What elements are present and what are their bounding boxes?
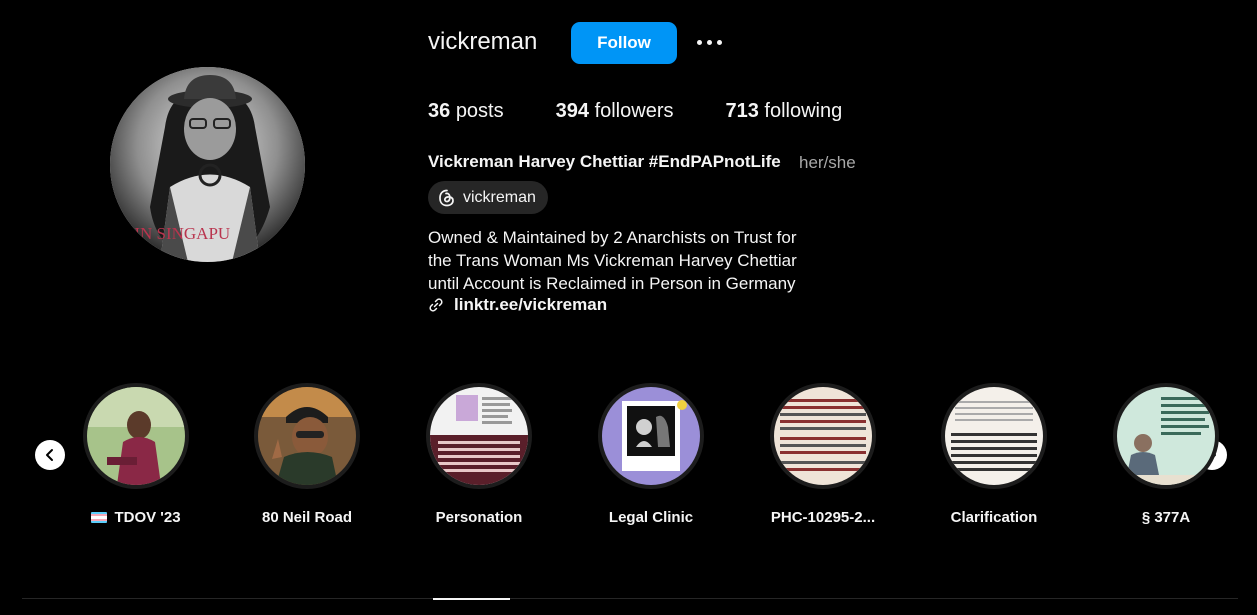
link-icon	[429, 298, 443, 312]
highlight-item[interactable]: Clarification	[929, 383, 1059, 526]
highlight-cover	[87, 387, 185, 485]
highlight-item[interactable]: 80 Neil Road	[242, 383, 372, 526]
highlight-ring	[83, 383, 189, 489]
bio: Owned & Maintained by 2 Anarchists on Tr…	[428, 226, 848, 295]
following-stat[interactable]: 713 following	[725, 100, 842, 123]
threads-icon	[439, 189, 454, 206]
follow-button[interactable]: Follow	[571, 22, 677, 64]
highlight-item[interactable]: § 377A	[1101, 383, 1231, 526]
highlight-cover	[602, 387, 700, 485]
highlight-label-text: TDOV '23	[114, 509, 181, 526]
bio-line: the Trans Woman Ms Vickreman Harvey Chet…	[428, 251, 797, 270]
pronouns: her/she	[799, 153, 856, 172]
username: vickreman	[428, 28, 538, 55]
highlight-ring	[254, 383, 360, 489]
chevron-left-icon[interactable]	[35, 440, 65, 470]
highlight-item[interactable]: PHC-10295-2...	[758, 383, 888, 526]
bio-line: Owned & Maintained by 2 Anarchists on Tr…	[428, 228, 797, 247]
highlight-item[interactable]: TDOV '23	[71, 383, 201, 526]
highlight-cover	[774, 387, 872, 485]
highlight-cover	[1117, 387, 1215, 485]
highlight-cover	[945, 387, 1043, 485]
highlight-ring	[770, 383, 876, 489]
posts-label: posts	[455, 100, 504, 122]
external-link[interactable]: linktr.ee/vickreman	[428, 295, 607, 315]
followers-label: followers	[594, 100, 674, 122]
threads-badge[interactable]: vickreman	[428, 181, 548, 214]
highlight-item[interactable]: Legal Clinic	[586, 383, 716, 526]
profile-avatar[interactable]: T IN SINGAPU	[110, 67, 305, 262]
highlight-label: TDOV '23	[91, 509, 181, 526]
highlight-cover	[258, 387, 356, 485]
profile-stats: 36 posts 394 followers 713 following	[428, 100, 894, 123]
highlight-item[interactable]: Personation	[414, 383, 544, 526]
highlight-label: 80 Neil Road	[261, 509, 353, 526]
highlight-ring	[426, 383, 532, 489]
highlight-ring	[598, 383, 704, 489]
posts-stat: 36 posts	[428, 100, 504, 123]
highlight-label: § 377A	[1141, 509, 1191, 526]
following-count: 713	[725, 100, 759, 122]
highlight-ring	[941, 383, 1047, 489]
transgender-flag-icon	[91, 512, 108, 523]
full-name: Vickreman Harvey Chettiar #EndPAPnotLife	[428, 152, 781, 171]
highlight-label: Legal Clinic	[608, 509, 694, 526]
highlight-cover	[430, 387, 528, 485]
tabs-divider	[22, 598, 1238, 599]
threads-handle: vickreman	[463, 188, 536, 206]
highlight-ring	[1113, 383, 1219, 489]
highlight-label: Clarification	[950, 509, 1038, 526]
avatar-image: T IN SINGAPU	[110, 67, 305, 262]
posts-count: 36	[428, 100, 451, 122]
more-icon[interactable]	[694, 28, 724, 56]
followers-count: 394	[555, 100, 589, 122]
link-text: linktr.ee/vickreman	[454, 295, 608, 314]
following-label: following	[764, 100, 843, 122]
highlight-label: Personation	[435, 509, 523, 526]
active-tab-indicator	[433, 598, 510, 600]
highlight-label: PHC-10295-2...	[770, 509, 876, 526]
avatar-caption: T IN SINGAPU	[120, 224, 230, 243]
bio-line: until Account is Reclaimed in Person in …	[428, 274, 796, 293]
followers-stat[interactable]: 394 followers	[556, 100, 674, 123]
